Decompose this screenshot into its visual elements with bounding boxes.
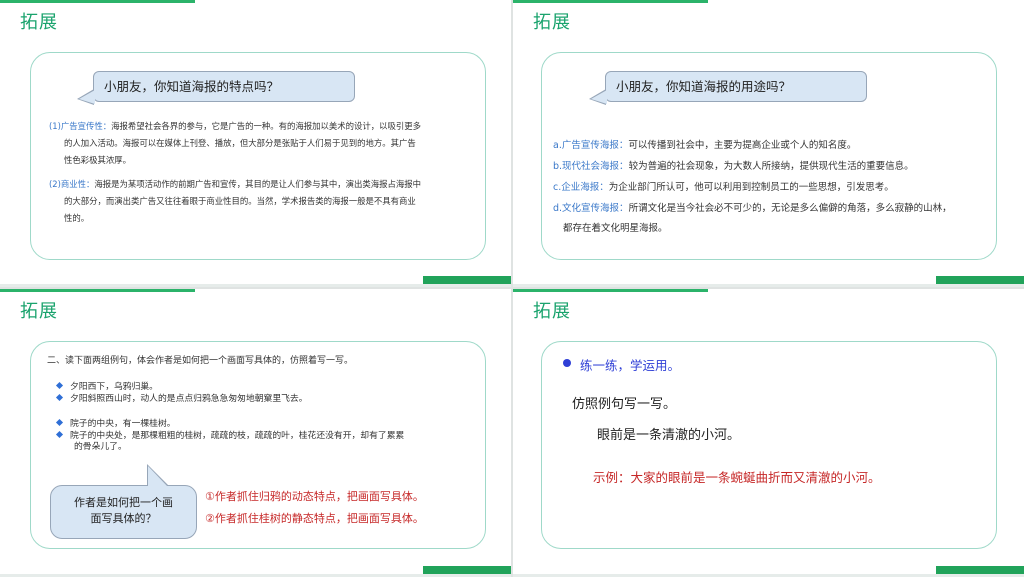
use-item-d: d.文化宣传海报：所谓文化是当今社会必不可少的，无论是多么偏僻的角落，多么寂静的… xyxy=(553,203,952,214)
slide-practice: 拓展 练一练，学运用。 仿照例句写一写。 眼前是一条清澈的小河。 示例：大家的眼… xyxy=(513,289,1024,577)
paragraph-line: 的大部分，而演出类广告又往往着眼于商业性目的。当然，学术报告类的海报一般是不具有… xyxy=(64,196,416,206)
bullet-icon xyxy=(55,393,64,401)
slide-reading-examples: 拓展 二、读下面两组例句，体会作者是如何把一个画面写具体的，仿照着写一写。 夕阳… xyxy=(0,289,511,577)
paragraph-line: 性色彩极其浓厚。 xyxy=(64,155,131,165)
example-line: 的骨朵儿了。 xyxy=(74,442,127,452)
slide-title: 拓展 xyxy=(533,301,571,322)
paragraph-line: 性的。 xyxy=(64,213,90,223)
slide-title: 拓展 xyxy=(20,301,58,322)
bubble-line: 面写具体的？ xyxy=(90,512,157,525)
slide-title: 拓展 xyxy=(20,12,58,33)
slide-poster-features: 拓展 小朋友，你知道海报的特点吗？ (1)广告宣传性：海报希望社会各界的参与，它… xyxy=(0,0,511,287)
bubble-line: 作者是如何把一个画 xyxy=(74,496,173,509)
example-line: 夕阳斜照西山时，动人的是点点归鸦急急匆匆地朝窠里飞去。 xyxy=(70,393,308,404)
paragraph-line: 海报希望社会各界的参与，它是广告的一种。有的海报加以美术的设计，以吸引更多 xyxy=(111,121,421,131)
slide-poster-uses: 拓展 小朋友，你知道海报的用途吗？ a.广告宣传海报：可以传播到社会中，主要为提… xyxy=(513,0,1024,287)
use-item-d-cont: 都存在着文化明星海报。 xyxy=(563,223,668,234)
top-accent-bar xyxy=(0,0,195,3)
use-item-a: a.广告宣传海报：可以传播到社会中，主要为提高企业或个人的知名度。 xyxy=(553,140,857,151)
use-item-b: b.现代社会海报：较为普遍的社会现象，为大数人所接纳，提供现代生活的重要信息。 xyxy=(553,161,914,172)
bottom-line xyxy=(0,284,511,287)
example-group-2: 院子的中央，有一棵桂树。 院子的中央处，是那棵粗粗的桂树，疏疏的枝，疏疏的叶，桂… xyxy=(55,418,487,454)
bottom-accent-bar xyxy=(423,566,511,574)
example-group-1: 夕阳西下，乌鸦归巢。 夕阳斜照西山时，动人的是点点归鸦急急匆匆地朝窠里飞去。 xyxy=(55,381,308,405)
question-bubble: 作者是如何把一个画 面写具体的？ xyxy=(50,464,197,539)
bottom-accent-bar xyxy=(936,276,1024,284)
bottom-line xyxy=(513,284,1024,287)
paragraph-label: (1)广告宣传性： xyxy=(49,121,112,131)
top-accent-bar xyxy=(513,0,708,3)
question-bubble: 小朋友，你知道海报的特点吗？ xyxy=(77,71,355,105)
top-accent-bar xyxy=(0,289,195,292)
example-sentence: 示例：大家的眼前是一条蜿蜒曲折而又清澈的小河。 xyxy=(593,470,881,485)
paragraph-commercial: (2)商业性：海报是为某项活动作的前期广告和宣传，其目的是让人们参与其中，演出类… xyxy=(49,176,479,227)
top-accent-bar xyxy=(513,289,708,292)
bubble-tail-fill xyxy=(591,90,607,104)
prompt-text: 仿照例句写一写。 xyxy=(572,397,677,412)
answers: ①作者抓住归鸦的动态特点，把画面写具体。 ②作者抓住桂树的静态特点，把画面写具体… xyxy=(205,486,424,530)
base-sentence: 眼前是一条清澈的小河。 xyxy=(597,428,741,443)
bottom-accent-bar xyxy=(936,566,1024,574)
bullet-icon xyxy=(55,430,64,438)
paragraph-line: 的人加入活动。海报可以在媒体上刊登、播放，但大部分是张贴于人们易于见到的地方。其… xyxy=(64,138,416,148)
bubble-tail-fill xyxy=(148,466,168,487)
example-line: 院子的中央，有一棵桂树。 xyxy=(70,419,176,429)
bottom-accent-bar xyxy=(423,276,511,284)
instruction-text: 二、读下面两组例句，体会作者是如何把一个画面写具体的，仿照着写一写。 xyxy=(47,356,354,366)
bullet-icon xyxy=(55,381,64,390)
question-bubble: 小朋友，你知道海报的用途吗？ xyxy=(589,71,867,105)
example-line: 夕阳西下，乌鸦归巢。 xyxy=(70,382,158,392)
bullet-icon xyxy=(55,418,64,427)
example-line: 院子的中央处，是那棵粗粗的桂树，疏疏的枝，疏疏的叶，桂花还没有开，却有了累累 xyxy=(70,430,405,441)
question-text: 小朋友，你知道海报的用途吗？ xyxy=(616,79,792,94)
slide-title: 拓展 xyxy=(533,12,571,33)
bullet-dot-icon xyxy=(563,359,571,367)
paragraph-label: (2)商业性： xyxy=(49,179,95,189)
answer-line: ①作者抓住归鸦的动态特点，把画面写具体。 xyxy=(205,490,424,503)
paragraph-advertising: (1)广告宣传性：海报希望社会各界的参与，它是广告的一种。有的海报加以美术的设计… xyxy=(49,118,479,169)
use-item-c: c.企业海报：为企业部门所认可，他可以利用到控制员工的一些思想，引发思考。 xyxy=(553,182,894,193)
question-text: 小朋友，你知道海报的特点吗？ xyxy=(104,79,280,94)
practice-heading: 练一练，学运用。 xyxy=(580,358,681,373)
paragraph-line: 海报是为某项活动作的前期广告和宣传，其目的是让人们参与其中，演出类海报占海报中 xyxy=(94,179,421,189)
answer-line: ②作者抓住桂树的静态特点，把画面写具体。 xyxy=(205,512,424,525)
bubble-tail-fill xyxy=(79,90,95,104)
